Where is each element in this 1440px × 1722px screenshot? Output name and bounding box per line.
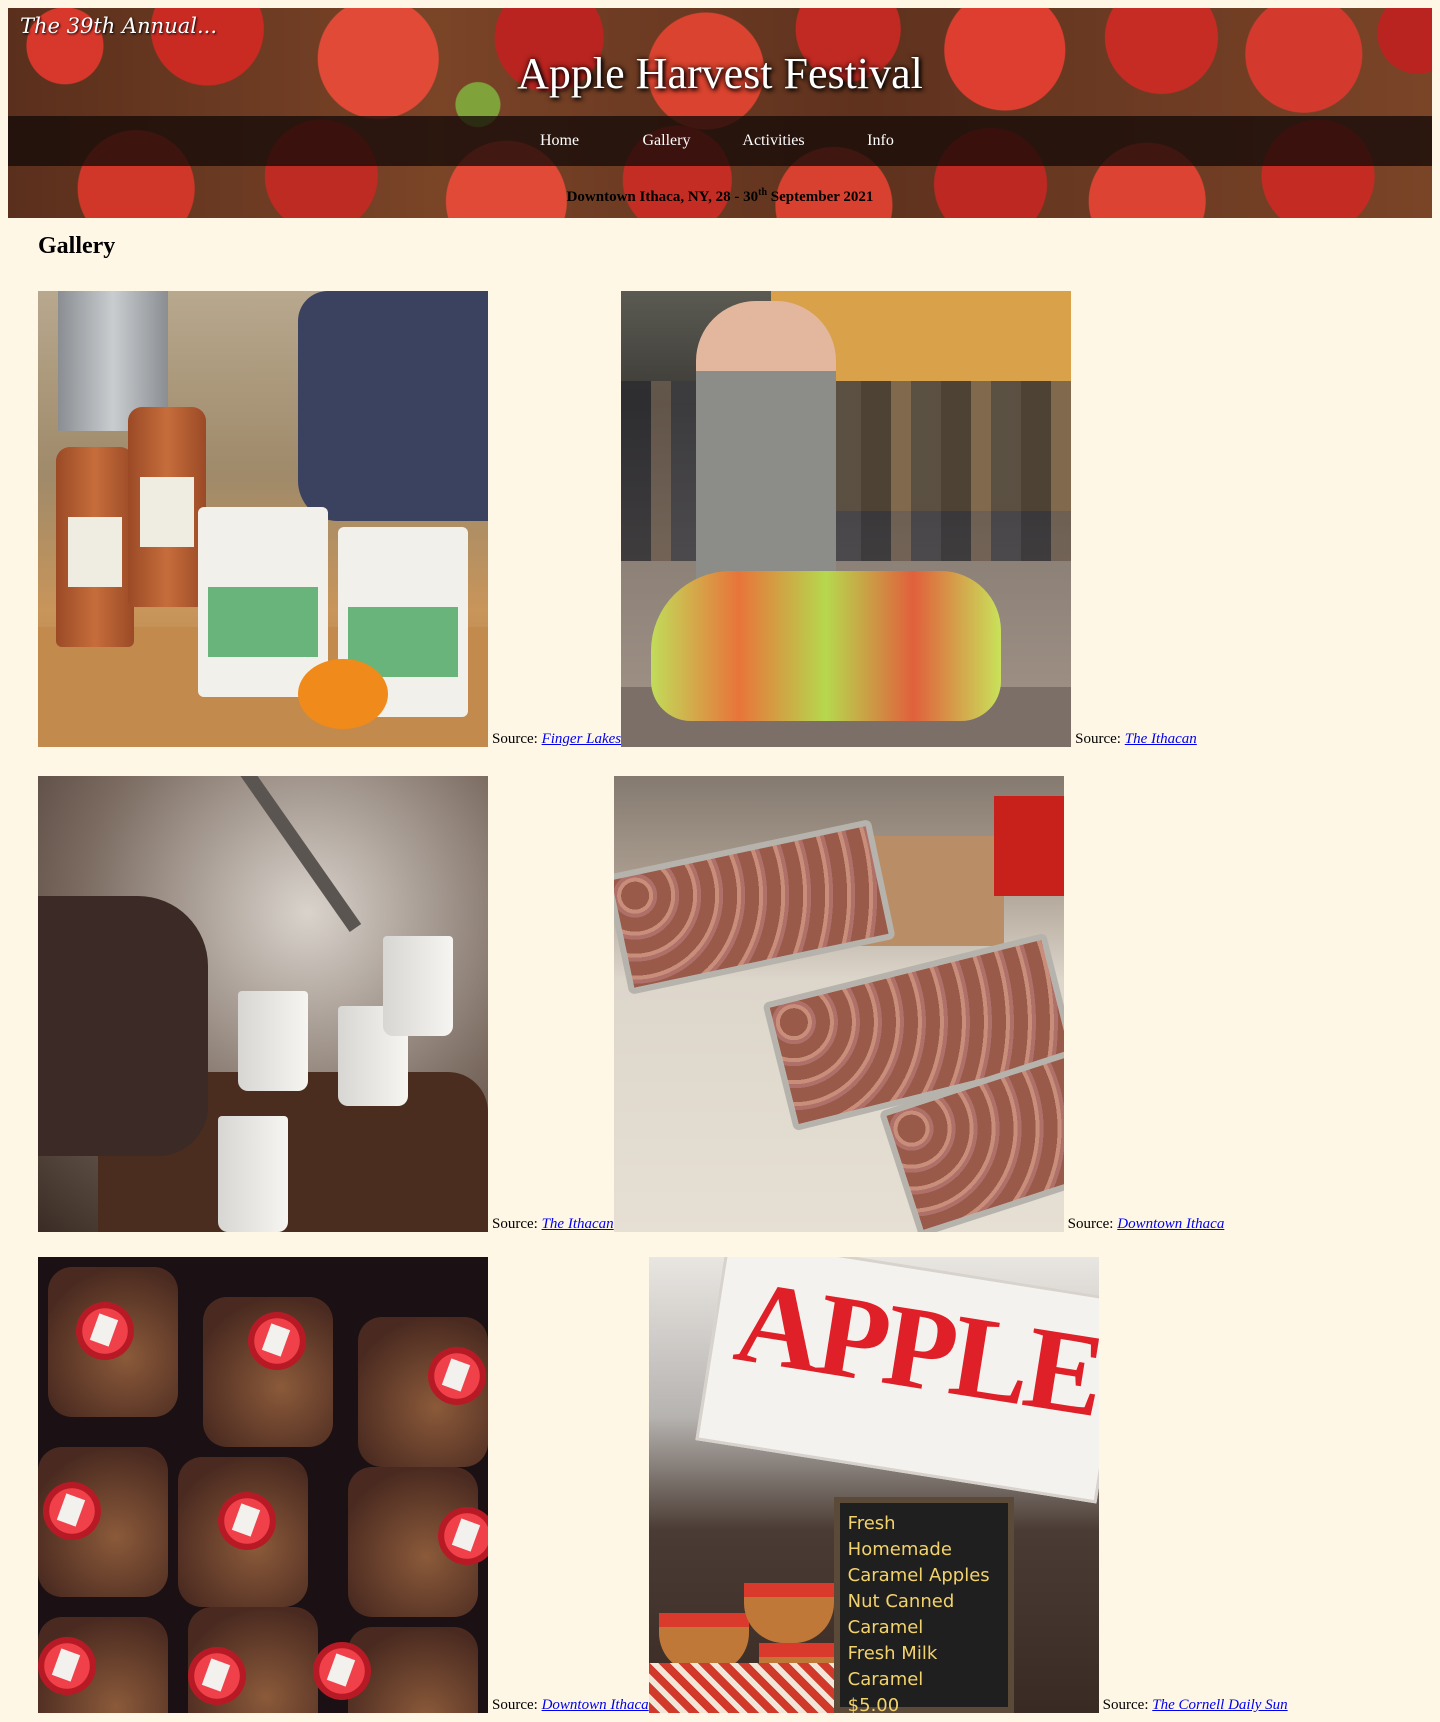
poodle-photo: [621, 291, 1072, 747]
source-label: Source:: [1067, 1216, 1114, 1232]
festival-date-month: September 2021: [767, 189, 874, 205]
photo-credit: Source: The Ithacan: [1071, 732, 1197, 747]
nav-activities-link[interactable]: Activities: [720, 132, 827, 150]
red-cap: [43, 1482, 101, 1540]
red-cap: [428, 1347, 486, 1405]
festival-date-main: Downtown Ithaca, NY, 28 - 30: [566, 189, 759, 205]
source-label: Source:: [492, 731, 538, 747]
donuts-photo: [613, 776, 1064, 1232]
red-cap: [218, 1492, 276, 1550]
apples-sign: APPLES: [695, 1257, 1099, 1504]
nav-info-link[interactable]: Info: [827, 132, 934, 150]
ladle-photo: [38, 776, 488, 1232]
apples-sign-photo: APPLES Fresh Homemade Caramel Apples Nut…: [648, 1257, 1099, 1713]
photo-credit: Source: Downtown Ithaca: [1064, 1217, 1225, 1232]
paper-cup: [383, 936, 453, 1036]
paper-cup: [238, 991, 308, 1091]
chalkboard: Fresh Homemade Caramel Apples Nut Canned…: [833, 1497, 1014, 1713]
chalk-line: Caramel Apples: [847, 1565, 990, 1586]
red-bucket: [993, 796, 1064, 896]
main-nav: Home Gallery Activities Info: [8, 116, 1432, 166]
apple-basket: [743, 1583, 834, 1643]
red-cap: [248, 1312, 306, 1370]
pumpkin: [298, 659, 388, 729]
chalk-line: $5.00: [847, 1695, 900, 1713]
source-link[interactable]: The Cornell Daily Sun: [1152, 1697, 1287, 1713]
nav-home-link[interactable]: Home: [506, 132, 613, 150]
vendor-arm: [38, 896, 208, 1156]
source-label: Source:: [1102, 1697, 1149, 1713]
source-link[interactable]: The Ithacan: [1125, 731, 1197, 747]
ladle: [229, 776, 362, 933]
page-title: Apple Harvest Festival: [517, 49, 923, 98]
chalk-line: Fresh Milk Caramel: [847, 1643, 938, 1690]
apple-bag: [198, 507, 328, 697]
source-label: Source:: [492, 1216, 538, 1232]
festival-date: Downtown Ithaca, NY, 28 - 30th September…: [8, 187, 1432, 206]
festival-banner: The 39th Annual... Apple Harvest Festiva…: [8, 8, 1432, 218]
photo-credit: Source: The Cornell Daily Sun: [1099, 1698, 1288, 1713]
photo-credit: Source: Finger Lakes: [488, 732, 621, 747]
gallery-row: Source: The Ithacan Source: Downtown Ith…: [38, 772, 1428, 1232]
source-link[interactable]: Finger Lakes: [542, 731, 622, 747]
donut-tray: [613, 819, 896, 995]
cider-jug: [56, 447, 134, 647]
cider-caps-photo: [38, 1257, 488, 1713]
source-link[interactable]: The Ithacan: [542, 1216, 614, 1232]
customer-coat: [298, 291, 488, 521]
festival-date-ordinal: th: [758, 187, 768, 198]
red-cap: [313, 1642, 371, 1700]
chalk-line: Nut Canned Caramel: [847, 1591, 955, 1638]
photo-credit: Source: Downtown Ithaca: [488, 1698, 649, 1713]
red-cap: [76, 1302, 134, 1360]
source-link[interactable]: Downtown Ithaca: [542, 1697, 649, 1713]
red-cap: [188, 1647, 246, 1705]
source-link[interactable]: Downtown Ithaca: [1117, 1216, 1224, 1232]
gallery-row: Source: Downtown Ithaca APPLES Fresh Hom…: [38, 1257, 1428, 1713]
photo-credit: Source: The Ithacan: [488, 1217, 614, 1232]
gallery-heading: Gallery: [38, 233, 116, 259]
source-label: Source:: [492, 1697, 538, 1713]
crowd: [621, 381, 1072, 561]
sign-text: APPLES: [727, 1257, 1099, 1452]
banner-tagline: The 39th Annual...: [20, 14, 217, 38]
nav-gallery-link[interactable]: Gallery: [613, 132, 720, 150]
gallery: Source: Finger Lakes Source: The Ithacan…: [38, 287, 1428, 1713]
cider-jug: [128, 407, 206, 607]
dyed-poodle: [651, 571, 1002, 721]
source-label: Source:: [1075, 731, 1121, 747]
red-cap: [38, 1637, 96, 1695]
cider-jugs-photo: [38, 291, 488, 747]
paper-cup: [218, 1116, 288, 1232]
red-cap: [438, 1507, 488, 1565]
tablecloth: [648, 1663, 839, 1713]
gallery-row: Source: Finger Lakes Source: The Ithacan: [38, 287, 1428, 747]
chalk-line: Fresh Homemade: [847, 1513, 952, 1560]
